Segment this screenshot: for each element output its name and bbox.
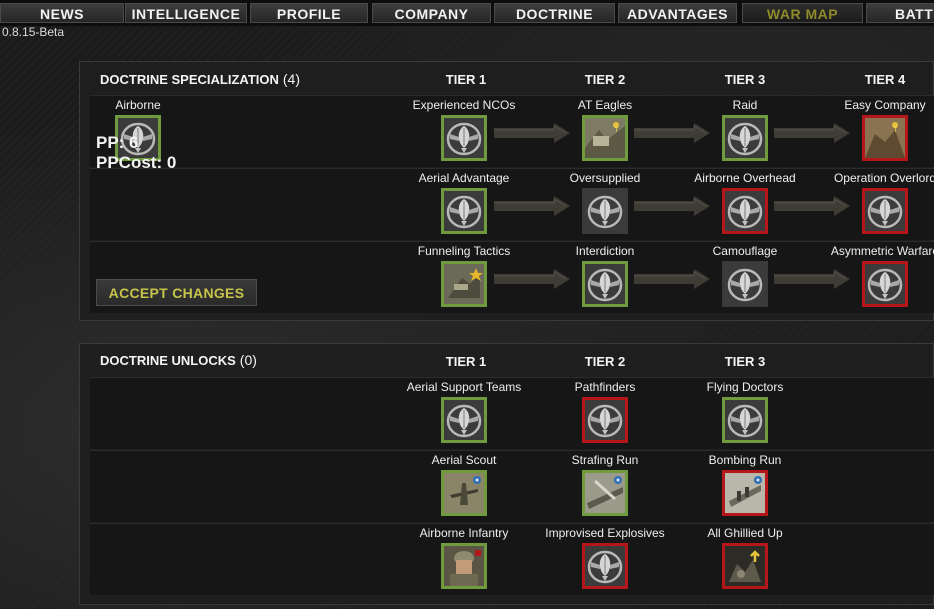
unlock-node[interactable]: Improvised Explosives: [545, 526, 665, 589]
tab-intelligence[interactable]: INTELLIGENCE: [125, 3, 247, 23]
tab-doctrine[interactable]: DOCTRINE: [494, 3, 615, 23]
unlock-node[interactable]: Aerial Support Teams: [404, 380, 524, 443]
pp-value: PP: 6: [96, 133, 139, 152]
strafing-run-photo-icon: [582, 470, 628, 516]
unlock-node[interactable]: Pathfinders: [545, 380, 665, 443]
unlock-label: Bombing Run: [708, 453, 782, 467]
doctrine-specialization-panel: DOCTRINE SPECIALIZATION (4) TIER 1 TIER 2…: [79, 61, 934, 321]
unlocks-count: (0): [239, 352, 257, 368]
at-eagles-photo-icon: ↑: [582, 115, 628, 161]
skill-label: Asymmetric Warfare: [830, 244, 934, 258]
specialization-row-2: Aerial Advantage Oversupplied Airborne O…: [90, 168, 934, 240]
tab-war-map[interactable]: WAR MAP: [742, 3, 863, 23]
airborne-wings-badge-icon: [862, 261, 908, 307]
version-label: 0.8.15-Beta: [2, 25, 65, 39]
ppcost-value: PPCost: 0: [96, 153, 177, 172]
svg-text:↑: ↑: [613, 125, 620, 134]
accept-changes-button[interactable]: ACCEPT CHANGES: [96, 279, 257, 306]
top-navigation-bar: NEWS INTELLIGENCE PROFILE COMPANY DOCTRI…: [0, 0, 934, 26]
unlock-label: Pathfinders: [574, 380, 636, 394]
airborne-wings-badge-icon: [582, 188, 628, 234]
aerial-scout-plane-icon: [441, 470, 487, 516]
unlock-node[interactable]: Flying Doctors: [685, 380, 805, 443]
doctrine-unlocks-panel: DOCTRINE UNLOCKS (0) TIER 1 TIER 2 TIER 3…: [79, 343, 934, 605]
airborne-wings-badge-icon: [441, 188, 487, 234]
skill-node[interactable]: Easy Company ↑: [825, 98, 934, 161]
unlock-label: Improvised Explosives: [545, 526, 665, 540]
tab-battle[interactable]: BATT: [866, 3, 934, 23]
airborne-wings-badge-icon: [722, 115, 768, 161]
airborne-wings-badge-icon: [862, 188, 908, 234]
airborne-wings-badge-icon: [441, 115, 487, 161]
skill-label: Camouflage: [712, 244, 778, 258]
tab-company[interactable]: COMPANY: [372, 3, 491, 23]
airborne-wings-badge-icon: [582, 543, 628, 589]
unlock-label: All Ghillied Up: [707, 526, 783, 540]
svg-text:↑: ↑: [892, 125, 899, 134]
unlock-label: Aerial Support Teams: [406, 380, 522, 394]
skill-label: Airborne Overhead: [694, 171, 796, 185]
airborne-wings-badge-icon: [722, 397, 768, 443]
tier-1-heading: TIER 1: [445, 354, 487, 369]
tier-1-heading: TIER 1: [445, 72, 487, 87]
skill-label: Aerial Advantage: [418, 171, 510, 185]
airborne-wings-badge-icon: [441, 397, 487, 443]
specialization-row-1: Airborne Experienced NCOs AT Eagles ↑ Ra…: [90, 95, 934, 167]
funneling-tactics-photo-icon: [441, 261, 487, 307]
skill-label: Raid: [732, 98, 758, 112]
doctrine-name: Airborne: [115, 98, 161, 112]
skill-label: Interdiction: [575, 244, 635, 258]
tier-2-heading: TIER 2: [584, 354, 626, 369]
unlock-node[interactable]: Airborne Infantry: [404, 526, 524, 589]
tier-4-heading: TIER 4: [864, 72, 906, 87]
unlock-node[interactable]: All Ghillied Up: [685, 526, 805, 589]
unlocks-row-2: Aerial Scout Strafing Run Bombing Run: [90, 450, 934, 522]
panel-title: DOCTRINE SPECIALIZATION (4): [100, 71, 300, 87]
skill-label: Easy Company: [844, 98, 926, 112]
unlocks-title: DOCTRINE UNLOCKS: [100, 353, 236, 368]
skill-label: AT Eagles: [577, 98, 633, 112]
tier-3-heading: TIER 3: [724, 354, 766, 369]
unlocks-row-3: Airborne Infantry Improvised Explosives …: [90, 523, 934, 595]
panel-title: DOCTRINE UNLOCKS (0): [100, 352, 257, 368]
skill-label: Oversupplied: [569, 171, 641, 185]
unlock-label: Airborne Infantry: [419, 526, 509, 540]
unlock-node[interactable]: Bombing Run: [685, 453, 805, 516]
skill-node[interactable]: Asymmetric Warfare: [825, 244, 934, 307]
tier-3-heading: TIER 3: [724, 72, 766, 87]
skill-label: Funneling Tactics: [417, 244, 511, 258]
unlock-label: Aerial Scout: [431, 453, 497, 467]
specialization-count: (4): [282, 71, 300, 87]
specialization-title: DOCTRINE SPECIALIZATION: [100, 72, 279, 87]
airborne-wings-badge-icon: [582, 261, 628, 307]
bombing-run-photo-icon: [722, 470, 768, 516]
airborne-wings-badge-icon: [722, 188, 768, 234]
all-ghillied-up-photo-icon: [722, 543, 768, 589]
airborne-wings-badge-icon: [722, 261, 768, 307]
skill-label: Experienced NCOs: [412, 98, 516, 112]
tab-profile[interactable]: PROFILE: [250, 3, 368, 23]
tier-2-heading: TIER 2: [584, 72, 626, 87]
skill-node[interactable]: Operation Overlord: [825, 171, 934, 234]
unlock-label: Strafing Run: [571, 453, 639, 467]
unlocks-row-1: Aerial Support Teams Pathfinders Flying …: [90, 377, 934, 449]
tab-news[interactable]: NEWS: [0, 3, 124, 23]
unlock-node[interactable]: Aerial Scout: [404, 453, 524, 516]
airborne-infantry-soldier-icon: [441, 543, 487, 589]
tab-advantages[interactable]: ADVANTAGES: [618, 3, 737, 23]
easy-company-photo-icon: ↑: [862, 115, 908, 161]
points-summary: PP: 6 PPCost: 0: [96, 133, 176, 173]
skill-label: Operation Overlord: [833, 171, 934, 185]
unlock-node[interactable]: Strafing Run: [545, 453, 665, 516]
unlock-label: Flying Doctors: [706, 380, 784, 394]
airborne-wings-badge-icon: [582, 397, 628, 443]
